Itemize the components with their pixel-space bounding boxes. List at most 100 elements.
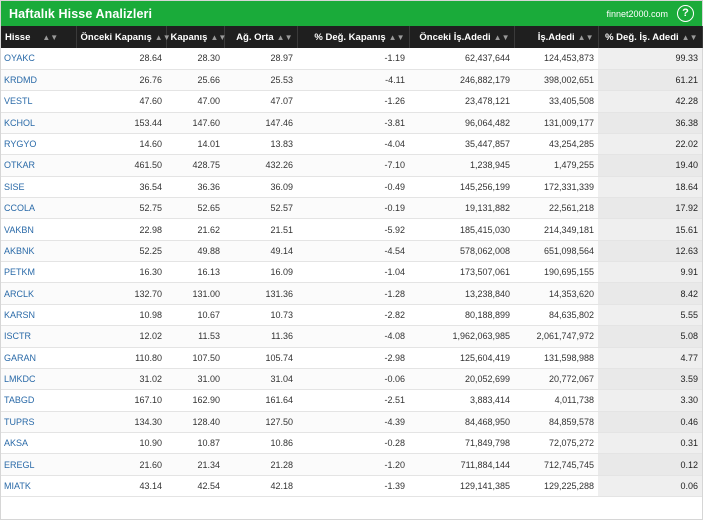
cell-onceki-is-adedi: 711,884,144 <box>409 453 514 476</box>
cell-is-adedi: 124,453,873 <box>514 48 598 70</box>
cell-deg-is-adedi: 9.91 <box>598 261 702 284</box>
stock-symbol-link[interactable]: GARAN <box>1 347 76 369</box>
cell-kapanis: 428.75 <box>166 154 224 177</box>
stock-symbol-link[interactable]: AKSA <box>1 432 76 455</box>
stock-symbol-link[interactable]: TABGD <box>1 389 76 412</box>
cell-onceki-kapanis: 167.10 <box>76 389 166 412</box>
table-row: VAKBN 22.98 21.62 21.51 -5.92 185,415,030 214,… <box>1 218 702 241</box>
cell-kapanis: 28.30 <box>166 48 224 70</box>
cell-ag-orta: 21.51 <box>224 218 297 241</box>
table-row: TUPRS 134.30 128.40 127.50 -4.39 84,468,950 84… <box>1 411 702 433</box>
cell-onceki-is-adedi: 185,415,030 <box>409 218 514 241</box>
table-row: KRDMD 26.76 25.66 25.53 -4.11 246,882,179 398,… <box>1 69 702 92</box>
cell-onceki-kapanis: 47.60 <box>76 90 166 113</box>
stock-symbol-link[interactable]: ISCTR <box>1 325 76 348</box>
cell-deg-is-adedi: 22.02 <box>598 133 702 156</box>
table-row: PETKM 16.30 16.13 16.09 -1.04 173,507,061 190,… <box>1 261 702 284</box>
cell-kapanis: 16.13 <box>166 261 224 284</box>
cell-onceki-is-adedi: 62,437,644 <box>409 48 514 70</box>
cell-kapanis: 107.50 <box>166 347 224 369</box>
table-row: AKBNK 52.25 49.88 49.14 -4.54 578,062,008 651,… <box>1 240 702 263</box>
sort-icon[interactable]: ▲▼ <box>682 33 698 42</box>
stock-symbol-link[interactable]: KRDMD <box>1 69 76 92</box>
cell-kapanis: 42.54 <box>166 475 224 498</box>
cell-deg-is-adedi: 5.08 <box>598 325 702 348</box>
cell-ag-orta: 28.97 <box>224 48 297 70</box>
cell-is-adedi: 190,695,155 <box>514 261 598 284</box>
stock-symbol-link[interactable]: PETKM <box>1 261 76 284</box>
table-row: CCOLA 52.75 52.65 52.57 -0.19 19,131,882 22,56… <box>1 197 702 220</box>
stock-symbol-link[interactable]: MIATK <box>1 475 76 498</box>
sort-icon[interactable]: ▲▼ <box>578 33 594 42</box>
table-row: OYAKC 28.64 28.30 28.97 -1.19 62,437,644 124,4… <box>1 48 702 70</box>
col-header-kapanis[interactable]: Kapanış ▲▼ <box>166 26 226 48</box>
sort-icon[interactable]: ▲▼ <box>389 33 405 42</box>
stock-symbol-link[interactable]: KARSN <box>1 304 76 327</box>
cell-onceki-kapanis: 52.25 <box>76 240 166 263</box>
cell-onceki-is-adedi: 23,478,121 <box>409 90 514 113</box>
stock-symbol-link[interactable]: EREGL <box>1 453 76 476</box>
cell-ag-orta: 21.28 <box>224 453 297 476</box>
sort-icon[interactable]: ▲▼ <box>42 33 58 42</box>
stock-symbol-link[interactable]: SISE <box>1 176 76 199</box>
cell-deg-kapanis: -1.19 <box>297 48 409 70</box>
stock-symbol-link[interactable]: OTKAR <box>1 154 76 177</box>
cell-deg-kapanis: -2.82 <box>297 304 409 327</box>
cell-is-adedi: 84,635,802 <box>514 304 598 327</box>
cell-deg-is-adedi: 36.38 <box>598 112 702 134</box>
stock-symbol-link[interactable]: ARCLK <box>1 282 76 305</box>
cell-onceki-kapanis: 461.50 <box>76 154 166 177</box>
col-header-ag-orta[interactable]: Ağ. Orta ▲▼ <box>224 26 298 48</box>
col-header-hisse[interactable]: Hisse ▲▼ <box>1 26 77 48</box>
stock-table: Hisse ▲▼ Önceki Kapanış ▲▼ Kapanış ▲▼ Ağ. O… <box>1 26 703 498</box>
col-header-deg-is-adedi[interactable]: % Değ. İş. Adedi ▲▼ <box>598 26 703 48</box>
sort-icon[interactable]: ▲▼ <box>210 33 226 42</box>
cell-is-adedi: 214,349,181 <box>514 218 598 241</box>
widget-header: Haftalık Hisse Analizleri finnet2000.com… <box>1 1 702 26</box>
sort-icon[interactable]: ▲▼ <box>277 33 293 42</box>
col-header-is-adedi[interactable]: İş.Adedi ▲▼ <box>514 26 599 48</box>
cell-deg-is-adedi: 4.77 <box>598 347 702 369</box>
stock-symbol-link[interactable]: OYAKC <box>1 48 76 70</box>
table-body: OYAKC 28.64 28.30 28.97 -1.19 62,437,644 124,4… <box>1 48 702 498</box>
col-header-deg-kapanis[interactable]: % Değ. Kapanış ▲▼ <box>297 26 410 48</box>
cell-kapanis: 128.40 <box>166 411 224 433</box>
cell-onceki-kapanis: 22.98 <box>76 218 166 241</box>
cell-is-adedi: 131,598,988 <box>514 347 598 369</box>
stock-symbol-link[interactable]: TUPRS <box>1 411 76 433</box>
cell-onceki-kapanis: 52.75 <box>76 197 166 220</box>
table-row: ARCLK 132.70 131.00 131.36 -1.28 13,238,840 14… <box>1 282 702 305</box>
cell-onceki-is-adedi: 13,238,840 <box>409 282 514 305</box>
cell-deg-is-adedi: 0.06 <box>598 475 702 498</box>
stock-symbol-link[interactable]: AKBNK <box>1 240 76 263</box>
cell-kapanis: 10.87 <box>166 432 224 455</box>
cell-deg-is-adedi: 42.28 <box>598 90 702 113</box>
table-row: EREGL 21.60 21.34 21.28 -1.20 711,884,144 712,… <box>1 453 702 476</box>
col-header-onceki-kapanis[interactable]: Önceki Kapanış ▲▼ <box>76 26 171 48</box>
widget-title: Haftalık Hisse Analizleri <box>9 6 153 21</box>
cell-onceki-kapanis: 14.60 <box>76 133 166 156</box>
stock-symbol-link[interactable]: VESTL <box>1 90 76 113</box>
cell-onceki-kapanis: 12.02 <box>76 325 166 348</box>
stock-symbol-link[interactable]: VAKBN <box>1 218 76 241</box>
col-header-onceki-is-adedi[interactable]: Önceki İş.Adedi ▲▼ <box>409 26 515 48</box>
cell-deg-is-adedi: 15.61 <box>598 218 702 241</box>
stock-symbol-link[interactable]: CCOLA <box>1 197 76 220</box>
help-icon[interactable]: ? <box>677 5 694 22</box>
table-row: ISCTR 12.02 11.53 11.36 -4.08 1,962,063,985 2,… <box>1 325 702 348</box>
cell-ag-orta: 147.46 <box>224 112 297 134</box>
cell-ag-orta: 13.83 <box>224 133 297 156</box>
cell-kapanis: 131.00 <box>166 282 224 305</box>
sort-icon[interactable]: ▲▼ <box>155 33 171 42</box>
stock-symbol-link[interactable]: KCHOL <box>1 112 76 134</box>
cell-ag-orta: 432.26 <box>224 154 297 177</box>
stock-symbol-link[interactable]: RYGYO <box>1 133 76 156</box>
sort-icon[interactable]: ▲▼ <box>494 33 510 42</box>
stock-symbol-link[interactable]: LMKDC <box>1 368 76 391</box>
cell-deg-kapanis: -1.04 <box>297 261 409 284</box>
cell-deg-is-adedi: 3.59 <box>598 368 702 391</box>
brand-label[interactable]: finnet2000.com <box>606 9 668 19</box>
cell-ag-orta: 36.09 <box>224 176 297 199</box>
table-row: TABGD 167.10 162.90 161.64 -2.51 3,883,414 4,0… <box>1 389 702 412</box>
cell-ag-orta: 16.09 <box>224 261 297 284</box>
